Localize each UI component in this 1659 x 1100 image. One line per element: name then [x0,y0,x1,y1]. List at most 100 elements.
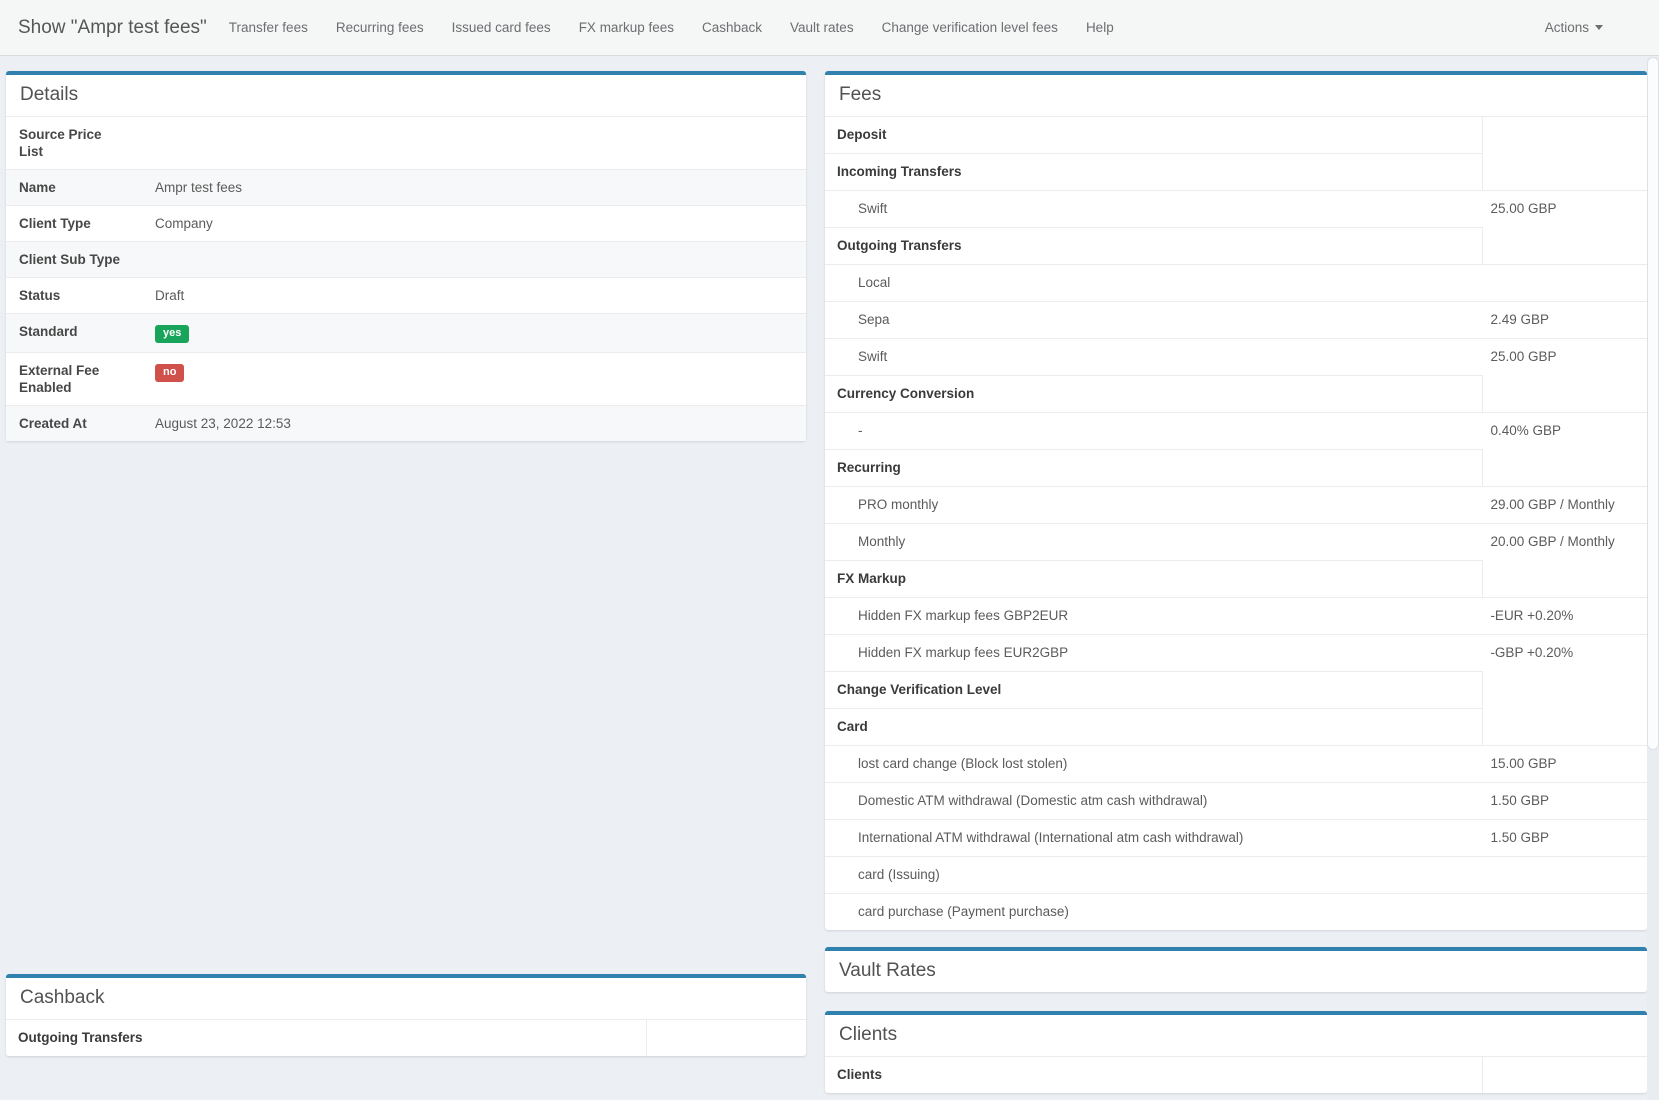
fee-label: International ATM withdrawal (Internatio… [825,820,1482,857]
status-badge: yes [155,325,189,343]
nav-link-fx-markup-fees[interactable]: FX markup fees [579,20,674,35]
fee-section-label: FX Markup [825,561,1482,598]
fee-label: - [825,413,1482,450]
fee-value: 15.00 GBP [1482,746,1647,783]
fee-value [1482,117,1647,154]
table-row: card purchase (Payment purchase) [825,894,1647,931]
fees-table: Deposit Incoming Transfers Swift 25.00 G… [825,117,1647,930]
fee-section-label: Recurring [825,450,1482,487]
nav-link-cashback[interactable]: Cashback [702,20,762,35]
fee-label: Domestic ATM withdrawal (Domestic atm ca… [825,783,1482,820]
fee-value: 1.50 GBP [1482,783,1647,820]
fee-value: 25.00 GBP [1482,339,1647,376]
attr-label: Standard [6,314,142,353]
fee-section-label: Currency Conversion [825,376,1482,413]
table-row: Change Verification Level [825,672,1647,709]
fee-section-label: Deposit [825,117,1482,154]
fee-label: Monthly [825,524,1482,561]
clients-panel-title: Clients [825,1015,1647,1057]
attr-value: yes [142,314,806,353]
table-row: Outgoing Transfers [825,228,1647,265]
scrollbar-thumb[interactable] [1647,57,1659,750]
details-panel: Details Source Price List Name Ampr test… [6,71,806,441]
cashback-table: Outgoing Transfers [6,1020,806,1056]
table-row: International ATM withdrawal (Internatio… [825,820,1647,857]
clients-table: Clients [825,1057,1647,1093]
fee-label: Swift [825,339,1482,376]
table-row: PRO monthly 29.00 GBP / Monthly [825,487,1647,524]
table-row: Card [825,709,1647,746]
table-row: Hidden FX markup fees GBP2EUR -EUR +0.20… [825,598,1647,635]
attr-label: Created At [6,406,142,442]
fee-label: card purchase (Payment purchase) [825,894,1482,931]
table-row: Client Type Company [6,206,806,242]
fee-value [1482,450,1647,487]
nav-link-change-verification-level-fees[interactable]: Change verification level fees [882,20,1058,35]
attr-value: August 23, 2022 12:53 [142,406,806,442]
fee-label: Local [825,265,1482,302]
fee-value [1482,265,1647,302]
table-row: Domestic ATM withdrawal (Domestic atm ca… [825,783,1647,820]
attr-value: Ampr test fees [142,170,806,206]
clients-panel: Clients Clients [825,1011,1647,1093]
nav-link-issued-card-fees[interactable]: Issued card fees [452,20,551,35]
actions-dropdown-button[interactable]: Actions [1545,20,1629,35]
main-content: Details Source Price List Name Ampr test… [0,56,1659,1093]
table-row: External Fee Enabled no [6,353,806,406]
status-badge: no [155,364,184,382]
fee-value: -GBP +0.20% [1482,635,1647,672]
fee-value [647,1020,807,1056]
fee-section-label: Change Verification Level [825,672,1482,709]
fee-value [1482,561,1647,598]
page-title: Show "Ampr test fees" [18,17,207,39]
fee-value [1482,376,1647,413]
table-row: Recurring [825,450,1647,487]
actions-label: Actions [1545,20,1589,35]
table-row: Swift 25.00 GBP [825,191,1647,228]
attr-label: Name [6,170,142,206]
fee-value: 20.00 GBP / Monthly [1482,524,1647,561]
fee-label: Swift [825,191,1482,228]
details-table: Source Price List Name Ampr test fees Cl… [6,117,806,441]
table-row: Source Price List [6,117,806,170]
table-row: card (Issuing) [825,857,1647,894]
left-column: Details Source Price List Name Ampr test… [6,71,806,1056]
fee-label: lost card change (Block lost stolen) [825,746,1482,783]
nav-link-vault-rates[interactable]: Vault rates [790,20,854,35]
table-row: - 0.40% GBP [825,413,1647,450]
attr-value: no [142,353,806,406]
vault-rates-panel: Vault Rates [825,947,1647,992]
top-nav: Transfer fees Recurring fees Issued card… [229,20,1114,35]
table-row: Hidden FX markup fees EUR2GBP -GBP +0.20… [825,635,1647,672]
nav-link-recurring-fees[interactable]: Recurring fees [336,20,424,35]
table-row: Clients [825,1057,1647,1093]
vault-rates-panel-title: Vault Rates [825,951,1647,992]
fee-value: 25.00 GBP [1482,191,1647,228]
fee-section-label: Card [825,709,1482,746]
table-row: lost card change (Block lost stolen) 15.… [825,746,1647,783]
cashback-panel: Cashback Outgoing Transfers [6,974,806,1056]
attr-value: Draft [142,278,806,314]
table-row: Client Sub Type [6,242,806,278]
fee-value: 2.49 GBP [1482,302,1647,339]
fee-label: Hidden FX markup fees EUR2GBP [825,635,1482,672]
attr-label: Client Type [6,206,142,242]
top-navigation-bar: Show "Ampr test fees" Transfer fees Recu… [0,0,1659,56]
chevron-down-icon [1595,25,1603,30]
details-panel-title: Details [6,75,806,117]
scrollbar[interactable] [1647,57,1659,1100]
fee-section-label: Outgoing Transfers [6,1020,647,1056]
table-row: FX Markup [825,561,1647,598]
fee-value [1482,857,1647,894]
fee-label: Hidden FX markup fees GBP2EUR [825,598,1482,635]
table-row: Name Ampr test fees [6,170,806,206]
fee-value: 0.40% GBP [1482,413,1647,450]
fee-value: 29.00 GBP / Monthly [1482,487,1647,524]
table-row: Created At August 23, 2022 12:53 [6,406,806,442]
table-row: Local [825,265,1647,302]
nav-link-help[interactable]: Help [1086,20,1114,35]
table-row: Sepa 2.49 GBP [825,302,1647,339]
fees-panel: Fees Deposit Incoming Transfers Swift 25… [825,71,1647,930]
fee-value [1482,672,1647,709]
nav-link-transfer-fees[interactable]: Transfer fees [229,20,308,35]
